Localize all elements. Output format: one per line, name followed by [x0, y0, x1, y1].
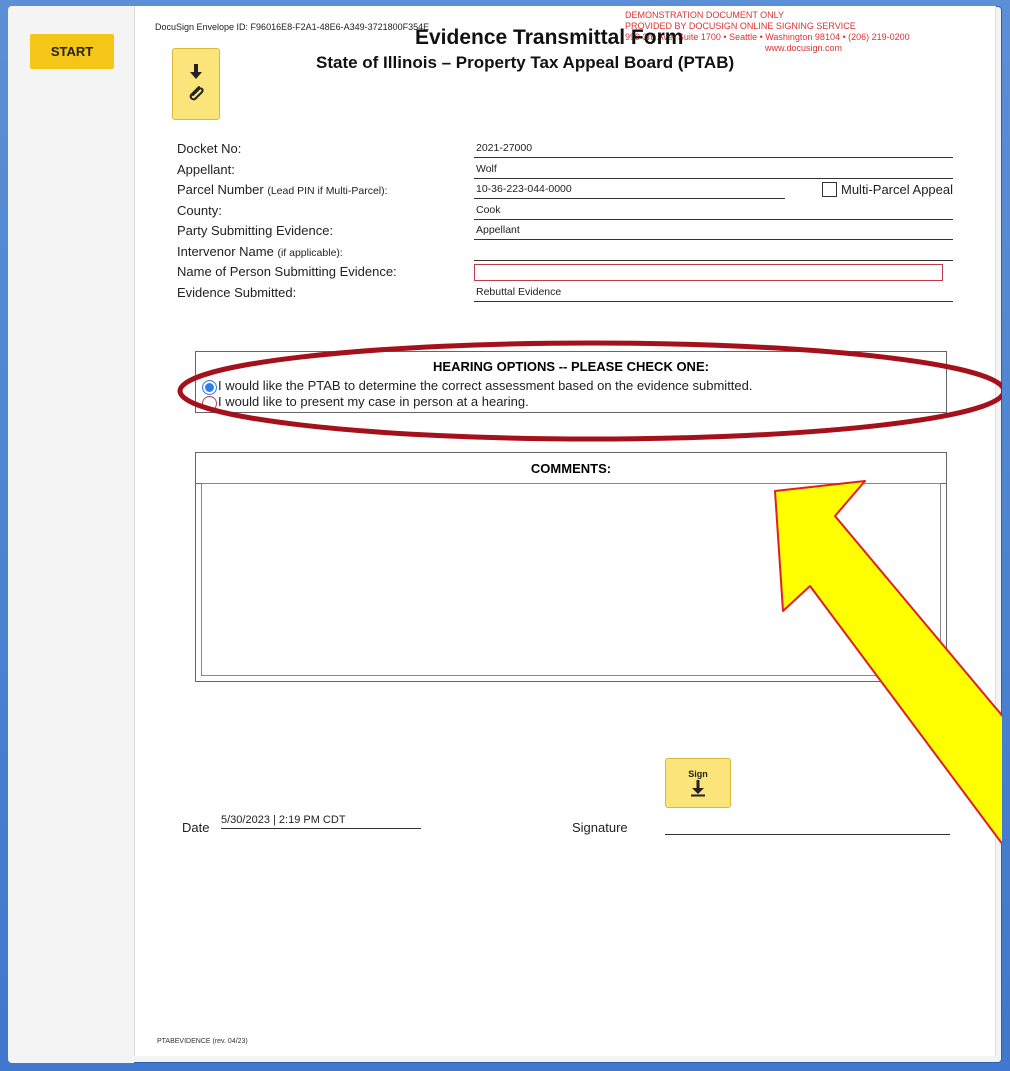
party-label: Party Submitting Evidence: — [177, 223, 334, 238]
signature-line — [665, 834, 950, 835]
docusign-window: START DocuSign Envelope ID: F96016E8-F2A… — [8, 6, 1002, 1063]
parcel-label: Parcel Number (Lead PIN if Multi-Parcel)… — [177, 182, 388, 197]
appellant-field[interactable]: Wolf — [474, 163, 953, 179]
download-arrow-icon — [691, 780, 705, 797]
docket-label: Docket No: — [177, 141, 242, 156]
person-label: Name of Person Submitting Evidence: — [177, 264, 397, 279]
parcel-label-main: Parcel Number — [177, 182, 264, 197]
parcel-row: Parcel Number (Lead PIN if Multi-Parcel)… — [177, 180, 953, 201]
form-fields: Docket No: 2021-27000 Appellant: Wolf Pa… — [177, 139, 953, 303]
document-page: DocuSign Envelope ID: F96016E8-F2A1-48E6… — [134, 6, 1002, 1056]
start-button[interactable]: START — [30, 34, 114, 69]
intervenor-label: Intervenor Name (if applicable): — [177, 244, 343, 259]
person-row: Name of Person Submitting Evidence: — [177, 262, 953, 283]
appellant-label: Appellant: — [177, 161, 235, 177]
comments-textarea[interactable] — [201, 483, 941, 676]
date-label: Date — [182, 820, 210, 835]
parcel-label-note: (Lead PIN if Multi-Parcel): — [267, 185, 388, 197]
form-title: Evidence Transmittal Form — [415, 26, 684, 49]
form-footer: PTABEVIDENCE (rev. 04/23) — [157, 1038, 248, 1045]
person-name-input[interactable] — [474, 264, 943, 281]
comments-box: COMMENTS: — [195, 452, 947, 682]
highlight-ellipse — [177, 340, 1002, 442]
signature-label: Signature — [572, 820, 628, 835]
sign-button-label: Sign — [688, 769, 708, 779]
docket-row: Docket No: 2021-27000 — [177, 139, 953, 160]
party-field[interactable]: Appellant — [474, 224, 953, 240]
arrow-down-icon — [190, 64, 202, 79]
comments-title: COMMENTS: — [196, 453, 946, 484]
multi-parcel-label: Multi-Parcel Appeal — [841, 182, 953, 197]
party-row: Party Submitting Evidence: Appellant — [177, 221, 953, 242]
demo-line-1: DEMONSTRATION DOCUMENT ONLY — [625, 10, 785, 20]
form-subtitle: State of Illinois – Property Tax Appeal … — [316, 53, 735, 72]
intervenor-label-note: (if applicable): — [277, 246, 343, 259]
appellant-row: Appellant: Wolf — [177, 160, 953, 181]
left-rail: START — [8, 6, 134, 1063]
parcel-field[interactable]: 10-36-223-044-0000 — [474, 183, 785, 199]
multi-parcel-option[interactable]: Multi-Parcel Appeal — [822, 182, 953, 197]
docket-field[interactable]: 2021-27000 — [474, 142, 953, 158]
county-row: County: Cook — [177, 201, 953, 222]
envelope-id: DocuSign Envelope ID: F96016E8-F2A1-48E6… — [155, 22, 430, 32]
evidence-row: Evidence Submitted: Rebuttal Evidence — [177, 283, 953, 304]
evidence-label: Evidence Submitted: — [177, 284, 297, 300]
intervenor-row: Intervenor Name (if applicable): — [177, 242, 953, 263]
intervenor-field[interactable] — [474, 245, 953, 261]
county-label: County: — [177, 202, 222, 218]
evidence-field[interactable]: Rebuttal Evidence — [474, 286, 953, 302]
intervenor-label-main: Intervenor Name — [177, 243, 274, 259]
paperclip-icon — [189, 86, 204, 101]
date-value: 5/30/2023 | 2:19 PM CDT — [221, 814, 421, 829]
county-field[interactable]: Cook — [474, 204, 953, 220]
attachment-button[interactable] — [172, 48, 220, 120]
sign-button[interactable]: Sign — [665, 758, 731, 808]
multi-parcel-checkbox[interactable] — [822, 182, 837, 197]
